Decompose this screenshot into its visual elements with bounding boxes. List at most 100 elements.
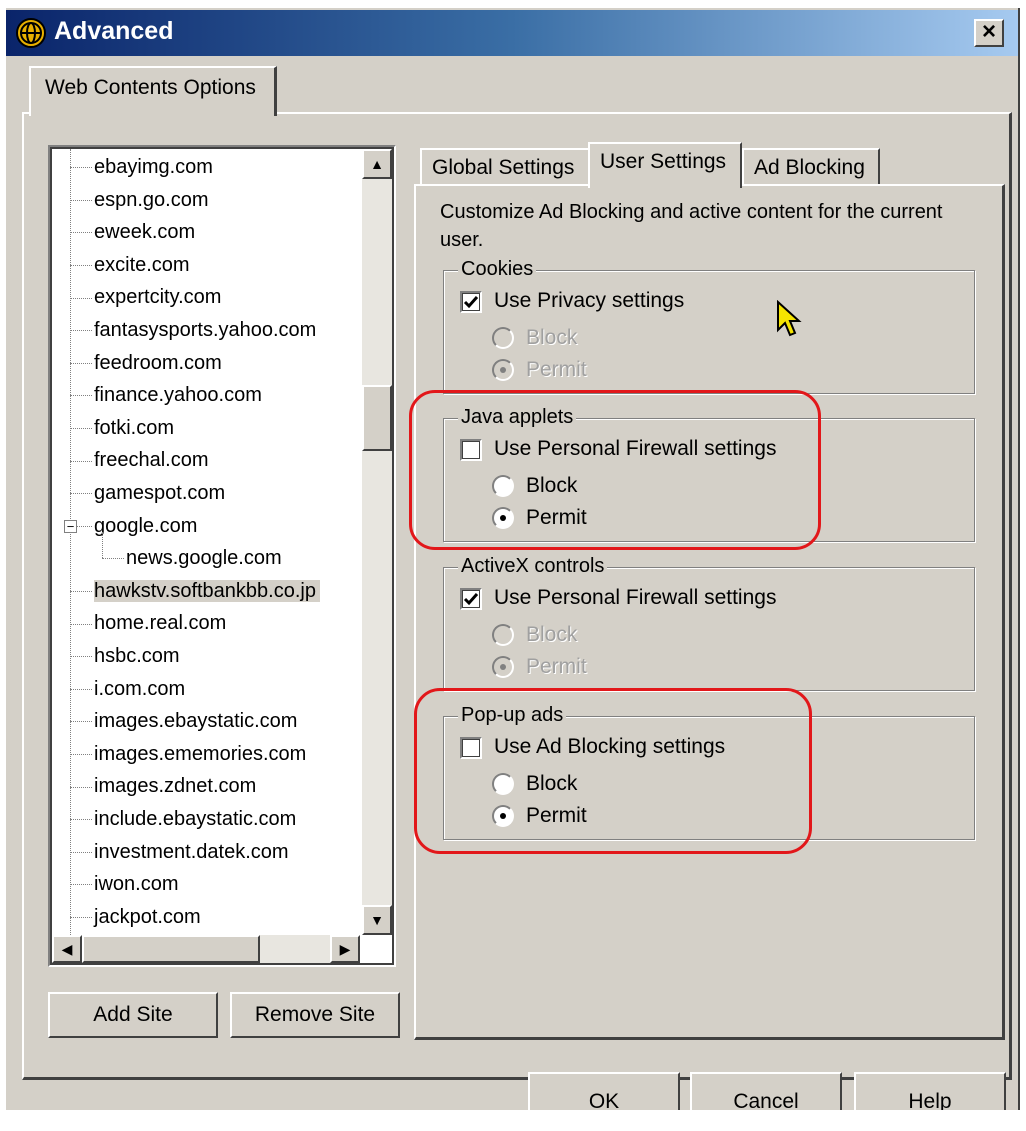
tree-connector: [70, 591, 92, 593]
site-tree-item[interactable]: excite.com: [70, 249, 190, 281]
site-tree-items: ebayimg.com espn.go.com eweek.com excite.co…: [54, 149, 362, 937]
site-tree-item[interactable]: feedroom.com: [70, 347, 222, 379]
site-tree-item[interactable]: i.com.com: [70, 673, 185, 705]
site-tree-item[interactable]: freechal.com: [70, 444, 209, 476]
tree-connector: [70, 721, 92, 723]
site-tree-item-label: i.com.com: [94, 677, 186, 700]
title-bar[interactable]: Advanced ×: [6, 10, 1018, 56]
tree-connector: [70, 395, 92, 397]
tree-connector: [70, 199, 92, 201]
activex-controls-group: ActiveX controls Use Personal Firewall s…: [443, 554, 975, 691]
site-tree-item[interactable]: news.google.com: [102, 542, 282, 574]
tree-connector: [70, 656, 92, 658]
site-tree-item-label: gamespot.com: [94, 482, 226, 504]
scroll-left-button[interactable]: ◀: [52, 935, 82, 963]
cookies-block-label: Block: [526, 326, 578, 349]
site-tree-item[interactable]: ebayimg.com: [70, 151, 213, 183]
tree-connector: [70, 362, 92, 364]
tab-web-contents-options[interactable]: Web Contents Options: [29, 66, 277, 116]
site-tree-item-label: google.com: [94, 514, 198, 537]
site-tree-item-label: news.google.com: [126, 547, 282, 570]
tree-connector: [70, 460, 92, 462]
tree-connector: [70, 884, 92, 886]
tree-connector: [70, 623, 92, 625]
site-tree-item[interactable]: images.zdnet.com: [70, 770, 256, 802]
vertical-scroll-thumb[interactable]: [362, 385, 392, 451]
cookies-permit-label: Permit: [526, 358, 587, 381]
tab-ad-blocking[interactable]: Ad Blocking: [742, 148, 880, 188]
horizontal-scrollbar[interactable]: ◀ ▶: [52, 935, 360, 963]
site-tree-item[interactable]: images.ememories.com: [70, 738, 306, 770]
activex-permit-label: Permit: [526, 655, 587, 678]
site-tree-item-label: expertcity.com: [94, 286, 222, 309]
tree-connector: [70, 786, 92, 788]
java-applets-highlight: [409, 390, 821, 550]
tree-connector: [70, 167, 92, 169]
site-tree-item[interactable]: home.real.com: [70, 607, 226, 639]
tab-user-settings[interactable]: User Settings: [588, 142, 742, 188]
add-site-button[interactable]: Add Site: [48, 992, 218, 1038]
scroll-up-button[interactable]: ▲: [362, 149, 392, 179]
use-privacy-settings-checkbox[interactable]: [460, 291, 482, 313]
tree-connector: [70, 330, 92, 332]
cookies-group-title: Cookies: [458, 257, 537, 281]
site-tree-item[interactable]: expertcity.com: [70, 281, 221, 313]
activex-block-label: Block: [526, 623, 578, 646]
site-tree-item[interactable]: include.ebaystatic.com: [70, 803, 296, 835]
scroll-down-button[interactable]: ▼: [362, 905, 392, 935]
site-tree[interactable]: ebayimg.com espn.go.com eweek.com excite.co…: [48, 145, 396, 967]
site-tree-item[interactable]: iwon.com: [70, 868, 178, 900]
site-tree-item-label: investment.datek.com: [94, 840, 289, 863]
site-tree-item[interactable]: fantasysports.yahoo.com: [70, 314, 316, 346]
site-tree-item[interactable]: espn.go.com: [70, 184, 209, 216]
globe-icon: [16, 18, 46, 48]
site-tree-item[interactable]: hawkstv.softbankbb.co.jp: [70, 575, 320, 607]
close-button[interactable]: ×: [974, 19, 1004, 47]
site-tree-item[interactable]: google.com: [70, 510, 197, 542]
tree-connector: [70, 265, 92, 267]
scroll-right-button[interactable]: ▶: [330, 935, 360, 963]
site-tree-item[interactable]: jackpot.com: [70, 901, 201, 933]
vertical-scrollbar[interactable]: ▲ ▼: [362, 149, 392, 935]
site-tree-item-label: fantasysports.yahoo.com: [94, 319, 317, 341]
site-tree-item-label: freechal.com: [94, 449, 209, 472]
cookies-block-radio[interactable]: [492, 327, 514, 349]
site-tree-item-label: images.ebaystatic.com: [94, 710, 298, 733]
torn-edge: [0, 1110, 1026, 1131]
panel-description: Customize Ad Blocking and active content…: [440, 201, 943, 251]
mouse-cursor-icon: [776, 299, 802, 343]
collapse-icon[interactable]: −: [64, 519, 77, 533]
tree-connector: [70, 819, 92, 821]
tree-connector: [70, 493, 92, 495]
site-tree-item-label: home.real.com: [94, 612, 227, 635]
site-tree-item[interactable]: gamespot.com: [70, 477, 225, 509]
site-tree-item[interactable]: investment.datek.com: [70, 836, 289, 868]
site-tree-item[interactable]: fotki.com: [70, 412, 174, 444]
tree-connector: [102, 558, 124, 560]
tree-connector: [70, 851, 92, 853]
site-tree-item[interactable]: hsbc.com: [70, 640, 180, 672]
site-tree-item-label: jackpot.com: [94, 905, 201, 928]
site-tree-item-label: finance.yahoo.com: [94, 384, 262, 407]
tree-connector: [70, 688, 92, 690]
site-tree-item-label: images.zdnet.com: [94, 775, 257, 798]
site-tree-item-label: espn.go.com: [94, 188, 209, 211]
site-tree-item[interactable]: eweek.com: [70, 216, 195, 248]
tab-global-settings[interactable]: Global Settings: [420, 148, 590, 188]
site-tree-item-label: ebayimg.com: [94, 156, 213, 178]
site-tree-item-label: feedroom.com: [94, 351, 222, 374]
site-tree-item[interactable]: images.ebaystatic.com: [70, 705, 297, 737]
activex-permit-radio[interactable]: [492, 656, 514, 678]
horizontal-scroll-thumb[interactable]: [82, 935, 260, 963]
remove-site-button[interactable]: Remove Site: [230, 992, 400, 1038]
site-tree-item-label: hsbc.com: [94, 645, 180, 667]
tree-connector: [70, 232, 92, 234]
site-tree-item-label: iwon.com: [94, 873, 179, 896]
cookies-permit-radio[interactable]: [492, 359, 514, 381]
site-tree-item-label: excite.com: [94, 253, 190, 276]
use-privacy-settings-label: Use Privacy settings: [494, 289, 685, 312]
activex-use-firewall-checkbox[interactable]: [460, 588, 482, 610]
tree-connector: [70, 754, 92, 756]
site-tree-item[interactable]: finance.yahoo.com: [70, 379, 262, 411]
activex-block-radio[interactable]: [492, 624, 514, 646]
